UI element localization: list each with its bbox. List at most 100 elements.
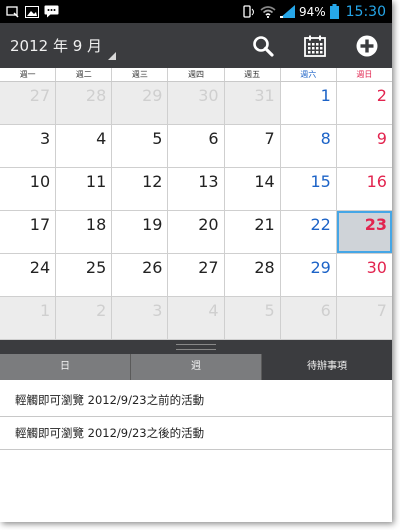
day-number: 2	[96, 301, 107, 320]
day-cell[interactable]: 21	[224, 211, 280, 253]
day-number: 11	[85, 172, 107, 191]
day-cell-other-month[interactable]: 29	[112, 82, 168, 124]
day-number: 12	[142, 172, 163, 191]
search-button[interactable]	[250, 33, 276, 59]
day-cell[interactable]: 9	[336, 125, 392, 167]
day-number: 20	[198, 215, 219, 234]
day-cell[interactable]: 20	[168, 211, 224, 253]
day-cell[interactable]: 8	[280, 125, 336, 167]
day-cell[interactable]: 12	[112, 168, 168, 210]
image-icon	[25, 5, 39, 18]
day-number: 28	[254, 258, 275, 277]
day-number: 2	[376, 86, 387, 105]
day-cell[interactable]: 16	[336, 168, 392, 210]
day-cell[interactable]: 1	[280, 82, 336, 124]
month-label: 2012 年 9 月	[10, 37, 103, 55]
day-cell-other-month[interactable]: 4	[168, 297, 224, 339]
day-cell[interactable]: 30	[336, 254, 392, 296]
day-number: 5	[264, 301, 275, 320]
day-cell[interactable]: 5	[112, 125, 168, 167]
drag-handle[interactable]	[0, 340, 392, 354]
day-number: 9	[376, 129, 387, 148]
day-cell-other-month[interactable]: 3	[112, 297, 168, 339]
day-cell[interactable]: 6	[168, 125, 224, 167]
day-cell-other-month[interactable]: 5	[224, 297, 280, 339]
day-number: 13	[198, 172, 219, 191]
weekday-label: 週二	[55, 68, 111, 81]
notification-icon	[6, 5, 20, 18]
day-cell-other-month[interactable]: 31	[224, 82, 280, 124]
day-number: 4	[208, 301, 219, 320]
dropdown-indicator-icon	[108, 52, 117, 60]
signal-icon	[279, 5, 295, 18]
list-item-previous-events[interactable]: 輕觸即可瀏覽 2012/9/23之前的活動	[0, 384, 392, 417]
tab-week[interactable]: 週	[130, 354, 261, 380]
day-number: 7	[376, 301, 387, 320]
message-icon	[44, 5, 59, 18]
search-icon	[253, 35, 274, 57]
day-number: 18	[85, 215, 107, 234]
day-number: 24	[29, 258, 51, 277]
day-number: 4	[96, 129, 107, 148]
day-cell[interactable]: 10	[0, 168, 56, 210]
day-cell[interactable]: 24	[0, 254, 56, 296]
day-cell[interactable]: 26	[112, 254, 168, 296]
tab-todo[interactable]: 待辦事項	[261, 354, 392, 380]
day-cell[interactable]: 27	[168, 254, 224, 296]
day-cell-other-month[interactable]: 30	[168, 82, 224, 124]
day-number: 16	[366, 172, 387, 191]
weekday-label: 週五	[223, 68, 280, 81]
day-cell[interactable]: 15	[280, 168, 336, 210]
event-list: 輕觸即可瀏覽 2012/9/23之前的活動 輕觸即可瀏覽 2012/9/23之後…	[0, 384, 392, 450]
day-cell[interactable]: 22	[280, 211, 336, 253]
weekday-header: 週一 週二 週三 週四 週五 週六 週日	[0, 68, 392, 82]
day-cell-other-month[interactable]: 1	[0, 297, 56, 339]
day-number: 15	[310, 172, 331, 191]
clock: 15:30	[345, 3, 386, 20]
today-button[interactable]	[302, 33, 328, 59]
day-number: 29	[142, 86, 163, 105]
day-cell[interactable]: 19	[112, 211, 168, 253]
grip-icon	[176, 344, 216, 350]
day-number: 10	[29, 172, 51, 191]
day-number: 21	[254, 215, 275, 234]
day-cell[interactable]: 2	[336, 82, 392, 124]
add-event-button[interactable]	[354, 33, 380, 59]
day-number: 5	[152, 129, 163, 148]
day-cell-selected[interactable]: 23	[336, 211, 392, 253]
weekday-label-sunday: 週日	[335, 68, 392, 81]
list-item-next-events[interactable]: 輕觸即可瀏覽 2012/9/23之後的活動	[0, 417, 392, 450]
day-cell[interactable]: 25	[56, 254, 112, 296]
weekday-label-saturday: 週六	[279, 68, 336, 81]
day-cell[interactable]: 14	[224, 168, 280, 210]
day-number: 25	[85, 258, 107, 277]
day-cell[interactable]: 7	[224, 125, 280, 167]
day-number: 3	[39, 129, 51, 148]
day-number: 28	[85, 86, 107, 105]
battery-percent: 94%	[298, 4, 326, 19]
day-cell[interactable]: 18	[56, 211, 112, 253]
day-number: 19	[142, 215, 163, 234]
day-number: 1	[39, 301, 51, 320]
day-cell[interactable]: 11	[56, 168, 112, 210]
day-cell[interactable]: 17	[0, 211, 56, 253]
day-cell-other-month[interactable]: 28	[56, 82, 112, 124]
day-cell-other-month[interactable]: 6	[280, 297, 336, 339]
day-cell[interactable]: 4	[56, 125, 112, 167]
day-cell-other-month[interactable]: 27	[0, 82, 56, 124]
day-number: 29	[310, 258, 331, 277]
rotate-phone-icon	[240, 4, 256, 19]
month-grid: 27 28 29 30 31 1 2 3 4 5 6 7 8 9 10 11 12 13 14 15 16 17 18 19 2…	[0, 82, 392, 340]
day-cell[interactable]: 13	[168, 168, 224, 210]
day-cell-other-month[interactable]: 7	[336, 297, 392, 339]
day-cell[interactable]: 28	[224, 254, 280, 296]
month-selector[interactable]: 2012 年 9 月	[10, 35, 117, 60]
wifi-icon	[260, 5, 276, 18]
day-cell[interactable]: 3	[0, 125, 56, 167]
tab-day[interactable]: 日	[0, 354, 130, 380]
calendar-icon	[304, 35, 326, 57]
day-cell[interactable]: 29	[280, 254, 336, 296]
day-number: 7	[264, 129, 275, 148]
day-number: 30	[198, 86, 219, 105]
day-cell-other-month[interactable]: 2	[56, 297, 112, 339]
